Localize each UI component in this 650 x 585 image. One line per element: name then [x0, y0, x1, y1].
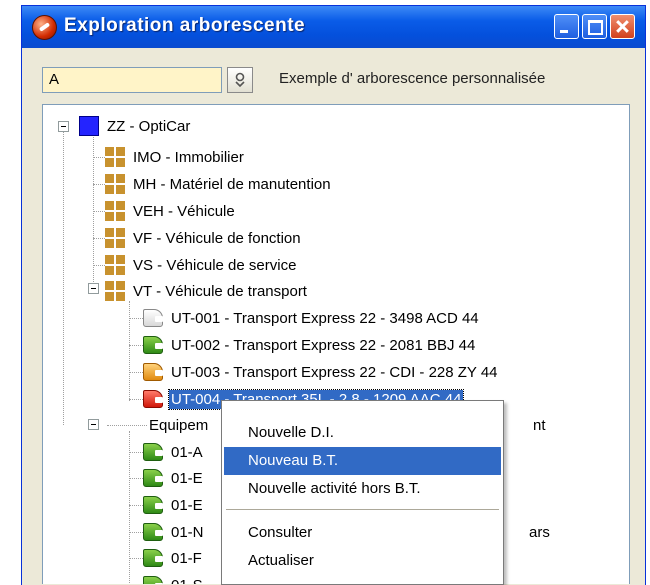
tree-node-category[interactable]: MH - Matériel de manutention — [105, 172, 333, 196]
menu-item-nouvelle-activite[interactable]: Nouvelle activité hors B.T. — [224, 475, 501, 503]
tree-node-label-tail: ars — [529, 523, 550, 541]
tree-node-vehicle[interactable]: UT-001 - Transport Express 22 - 3498 ACD… — [143, 306, 481, 330]
green-truck-icon — [143, 443, 163, 461]
tree-node-label: ZZ - OptiCar — [107, 117, 191, 135]
context-menu: Nouvelle D.I. Nouveau B.T. Nouvelle acti… — [221, 400, 504, 585]
tree-node-category[interactable]: VF - Véhicule de fonction — [105, 226, 303, 250]
tree-node-equipment-tail: ars — [527, 520, 552, 544]
tree-node-label: 01-A — [171, 443, 203, 461]
orange-truck-icon — [143, 363, 163, 381]
tree-node-label: VS - Véhicule de service — [133, 256, 297, 274]
tree-node-label: VEH - Véhicule — [133, 202, 235, 220]
green-truck-icon — [143, 576, 163, 584]
grid-icon — [105, 281, 125, 301]
tree-node-label: 01-E — [171, 496, 203, 514]
tree-description: Exemple d' arborescence personnalisée — [279, 70, 546, 87]
tree-connector — [93, 211, 105, 212]
tree-connector — [93, 265, 105, 266]
tree-node-equipment[interactable]: 01-E — [143, 493, 205, 517]
tree-node-label: MH - Matériel de manutention — [133, 175, 331, 193]
tree-node-label: 01-S — [169, 576, 205, 585]
white-truck-icon — [143, 309, 163, 327]
tree-node-label: VF - Véhicule de fonction — [133, 229, 301, 247]
grid-icon — [105, 174, 125, 194]
grid-icon — [105, 147, 125, 167]
tree-node-label: 01-N — [171, 523, 204, 541]
green-truck-icon — [143, 549, 163, 567]
tree-node-equipment[interactable]: 01-F — [143, 546, 204, 570]
menu-item-actualiser[interactable]: Actualiser — [224, 547, 501, 575]
red-truck-icon — [143, 390, 163, 408]
collapse-vt-toggle[interactable] — [88, 283, 99, 294]
app-icon — [32, 15, 57, 40]
green-truck-icon — [143, 336, 163, 354]
tree-node-label: UT-002 - Transport Express 22 - 2081 BBJ… — [171, 336, 476, 354]
tree-connector — [93, 157, 105, 158]
tree-connector — [129, 318, 143, 319]
tree-node-root[interactable]: ZZ - OptiCar — [79, 114, 192, 138]
menu-item-nouvelle-di[interactable]: Nouvelle D.I. — [224, 419, 501, 447]
blue-square-icon — [79, 116, 99, 136]
tree-node-label: 01-F — [171, 549, 202, 567]
tree-node-label: IMO - Immobilier — [133, 148, 244, 166]
minimize-button[interactable] — [554, 14, 579, 39]
tree-node-equipment[interactable]: 01-S — [143, 573, 205, 584]
tree-connector — [129, 505, 143, 506]
tree-connector — [93, 184, 105, 185]
tree-node-label: 01-E — [171, 469, 203, 487]
tree-connector — [107, 425, 147, 426]
tree-node-vehicle[interactable]: UT-002 - Transport Express 22 - 2081 BBJ… — [143, 333, 477, 357]
window-title: Exploration arborescente — [64, 15, 306, 36]
menu-item-consulter[interactable]: Consulter — [224, 519, 501, 547]
tree-node-label: UT-003 - Transport Express 22 - CDI - 22… — [171, 363, 498, 381]
search-icon — [235, 72, 245, 88]
grid-icon — [105, 228, 125, 248]
grid-icon — [105, 255, 125, 275]
tree-node-label: VT - Véhicule de transport — [133, 282, 307, 300]
search-input[interactable]: A — [42, 67, 222, 93]
tree-connector — [129, 301, 130, 401]
tree-connector — [129, 431, 130, 584]
close-button[interactable] — [610, 14, 635, 39]
maximize-button[interactable] — [582, 14, 607, 39]
tree-node-category[interactable]: VT - Véhicule de transport — [105, 279, 309, 303]
green-truck-icon — [143, 496, 163, 514]
tree-connector — [129, 532, 143, 533]
tree-node-label-tail: nt — [533, 416, 546, 434]
tree-node-label: UT-001 - Transport Express 22 - 3498 ACD… — [171, 309, 479, 327]
tree-connector — [129, 345, 143, 346]
collapse-equipment-toggle[interactable] — [88, 419, 99, 430]
tree-node-vehicle[interactable]: UT-003 - Transport Express 22 - CDI - 22… — [143, 360, 500, 384]
tree-node-label: Equipem — [149, 416, 209, 434]
grid-icon — [105, 201, 125, 221]
tree-connector — [129, 399, 143, 400]
collapse-root-toggle[interactable] — [58, 121, 69, 132]
green-truck-icon — [143, 523, 163, 541]
tree-connector — [129, 452, 143, 453]
search-button[interactable] — [227, 67, 253, 93]
tree-node-equipment-group-tail: nt — [531, 413, 548, 437]
title-bar[interactable]: Exploration arborescente — [22, 6, 645, 48]
tree-connector — [63, 127, 64, 425]
tree-node-equipment[interactable]: 01-N — [143, 520, 206, 544]
green-truck-icon — [143, 469, 163, 487]
tree-node-equipment[interactable]: 01-A — [143, 440, 205, 464]
tree-node-equipment[interactable]: 01-E — [143, 466, 205, 490]
menu-item-nouveau-bt[interactable]: Nouveau B.T. — [224, 447, 501, 475]
tree-node-equipment-group[interactable]: Equipem — [147, 413, 210, 437]
tree-connector — [129, 478, 143, 479]
tree-node-category[interactable]: IMO - Immobilier — [105, 145, 246, 169]
tree-node-category[interactable]: VEH - Véhicule — [105, 199, 237, 223]
menu-separator — [226, 509, 499, 510]
tree-connector — [93, 238, 105, 239]
tree-node-category[interactable]: VS - Véhicule de service — [105, 253, 298, 277]
tree-connector — [129, 372, 143, 373]
tree-connector — [129, 558, 143, 559]
